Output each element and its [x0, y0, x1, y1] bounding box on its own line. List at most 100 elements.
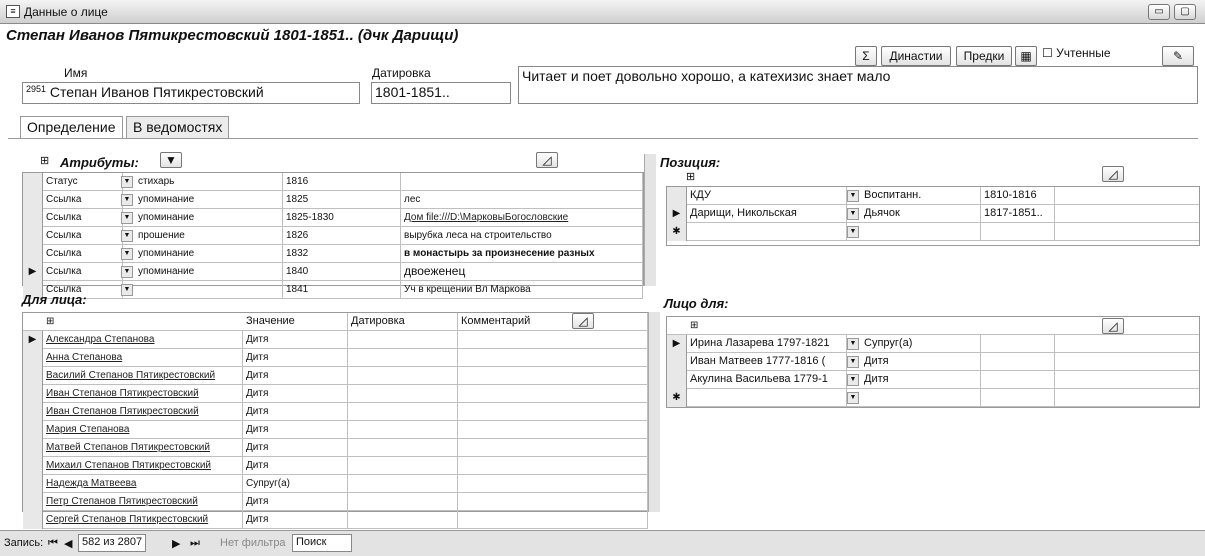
row-selector[interactable] — [667, 353, 687, 371]
dropdown-icon[interactable]: ▼ — [121, 176, 133, 188]
db-icon[interactable]: ▦ — [1015, 46, 1037, 66]
dropdown-icon[interactable]: ▼ — [847, 208, 859, 220]
note-field[interactable]: Читает и поет довольно хорошо, а катехиз… — [518, 66, 1198, 104]
relation-row[interactable]: Иван Степанов Пятикрестовский Дитя — [23, 385, 648, 403]
edit-icon[interactable]: ◿ — [572, 313, 594, 329]
position-row[interactable]: КДУ ▼ Воспитанн. 1810-1816 — [667, 187, 1199, 205]
checkbox-icon[interactable]: ☐ — [1042, 46, 1053, 60]
row-selector[interactable] — [667, 187, 687, 205]
relation-name[interactable]: Василий Степанов Пятикрестовский — [43, 367, 243, 385]
relation-name[interactable]: Ирина Лазарева 1797-1821 — [687, 335, 847, 353]
row-selector[interactable] — [23, 493, 43, 511]
row-selector[interactable] — [667, 371, 687, 389]
relation-name[interactable]: Анна Степанова — [43, 349, 243, 367]
report-button[interactable]: ✎ — [1162, 46, 1194, 66]
row-selector[interactable] — [23, 511, 43, 529]
date-field[interactable]: 1801-1851.. — [371, 82, 511, 104]
relation-row[interactable]: Петр Степанов Пятикрестовский Дитя — [23, 493, 648, 511]
minimize-button[interactable]: ▭ — [1148, 4, 1170, 20]
attribute-row[interactable]: Ссылка ▼ упоминание 1832 в монастырь за прои… — [23, 245, 643, 263]
edit-icon[interactable]: ◿ — [1102, 318, 1124, 334]
counted-checkbox-wrap[interactable]: ☐ Учтенные — [1042, 46, 1111, 60]
for-person-scrollbar[interactable] — [648, 312, 660, 512]
row-selector[interactable] — [23, 191, 43, 209]
relation-name[interactable]: Сергей Степанов Пятикрестовский — [43, 511, 243, 529]
dropdown-icon[interactable]: ▼ — [121, 284, 133, 296]
relation-name[interactable]: Александра Степанова — [43, 331, 243, 349]
row-selector[interactable] — [23, 367, 43, 385]
row-selector[interactable] — [23, 385, 43, 403]
relation-row[interactable]: Сергей Степанов Пятикрестовский Дитя — [23, 511, 648, 529]
tab-in-registers[interactable]: В ведомостях — [126, 116, 230, 138]
dropdown-icon[interactable]: ▼ — [847, 190, 859, 202]
filter-icon[interactable]: ▼ — [160, 152, 182, 168]
relation-row[interactable]: Надежда Матвеева Супруг(а) — [23, 475, 648, 493]
dropdown-icon[interactable]: ▼ — [847, 374, 859, 386]
attribute-comment[interactable]: вырубка леса на строительство — [401, 227, 643, 245]
dropdown-icon[interactable]: ▼ — [121, 212, 133, 224]
sum-button[interactable]: Σ — [855, 46, 877, 66]
tab-definition[interactable]: Определение — [20, 116, 123, 138]
relation-row[interactable]: Иван Степанов Пятикрестовский Дитя — [23, 403, 648, 421]
dropdown-icon[interactable]: ▼ — [847, 392, 859, 404]
maximize-button[interactable]: ▢ — [1174, 4, 1196, 20]
dynasty-button[interactable]: Династии — [881, 46, 951, 66]
dropdown-icon[interactable]: ▼ — [121, 230, 133, 242]
attributes-scrollbar[interactable] — [644, 154, 656, 286]
attribute-comment[interactable]: Дом file:///D:\МарковыБогословские — [401, 209, 643, 227]
relation-name[interactable]: Иван Степанов Пятикрестовский — [43, 403, 243, 421]
attribute-row[interactable]: Ссылка ▼ упоминание 1825-1830 Дом file:///D:… — [23, 209, 643, 227]
relation-row[interactable]: Акулина Васильева 1779-1 ▼ Дитя — [667, 371, 1199, 389]
row-selector[interactable] — [23, 439, 43, 457]
relation-name[interactable] — [687, 389, 847, 407]
attribute-comment[interactable]: в монастырь за произнесение разных — [401, 245, 643, 263]
relation-row[interactable]: ✱ ▼ — [667, 389, 1199, 407]
attribute-row[interactable]: Ссылка ▼ прошение 1826 вырубка леса на строи… — [23, 227, 643, 245]
nav-first-icon[interactable]: ⏮ — [48, 537, 58, 550]
ancestors-button[interactable]: Предки — [956, 46, 1012, 66]
dropdown-icon[interactable]: ▼ — [121, 248, 133, 260]
relation-row[interactable]: Анна Степанова Дитя — [23, 349, 648, 367]
dropdown-icon[interactable]: ▼ — [121, 266, 133, 278]
relation-row[interactable]: ▶ Ирина Лазарева 1797-1821 ▼ Супруг(а) — [667, 335, 1199, 353]
attribute-row[interactable]: ▶ Ссылка ▼ упоминание 1840 двоеженец — [23, 263, 643, 281]
row-selector[interactable] — [23, 457, 43, 475]
relation-name[interactable]: Надежда Матвеева — [43, 475, 243, 493]
edit-icon[interactable]: ◿ — [1102, 166, 1124, 182]
dropdown-icon[interactable]: ▼ — [847, 338, 859, 350]
relation-row[interactable]: ▶ Александра Степанова Дитя — [23, 331, 648, 349]
attribute-row[interactable]: Ссылка ▼ упоминание 1825 лес — [23, 191, 643, 209]
relation-row[interactable]: Михаил Степанов Пятикрестовский Дитя — [23, 457, 648, 475]
relation-name[interactable]: Акулина Васильева 1779-1 — [687, 371, 847, 389]
position-row[interactable]: ▶ Дарищи, Никольская ▼ Дьячок 1817-1851.. — [667, 205, 1199, 223]
row-selector[interactable] — [23, 173, 43, 191]
attribute-comment[interactable]: лес — [401, 191, 643, 209]
row-selector[interactable]: ▶ — [23, 263, 43, 281]
relation-name[interactable]: Петр Степанов Пятикрестовский — [43, 493, 243, 511]
attribute-row[interactable]: Ссылка ▼ 1841 Уч в крещении Вл Маркова — [23, 281, 643, 299]
attribute-comment[interactable]: двоеженец — [401, 263, 643, 281]
dropdown-icon[interactable]: ▼ — [121, 194, 133, 206]
row-selector[interactable]: ▶ — [667, 205, 687, 223]
row-selector[interactable] — [23, 475, 43, 493]
relation-name[interactable]: Матвей Степанов Пятикрестовский — [43, 439, 243, 457]
relation-name[interactable]: Иван Матвеев 1777-1816 ( — [687, 353, 847, 371]
dropdown-icon[interactable]: ▼ — [847, 356, 859, 368]
attribute-comment[interactable]: Уч в крещении Вл Маркова — [401, 281, 643, 299]
row-selector[interactable]: ✱ — [667, 389, 687, 407]
relation-row[interactable]: Мария Степанова Дитя — [23, 421, 648, 439]
row-selector[interactable]: ✱ — [667, 223, 687, 241]
relation-row[interactable]: Матвей Степанов Пятикрестовский Дитя — [23, 439, 648, 457]
search-field[interactable]: Поиск — [292, 534, 352, 552]
row-selector[interactable] — [23, 421, 43, 439]
position-row[interactable]: ✱ ▼ — [667, 223, 1199, 241]
attribute-comment[interactable] — [401, 173, 643, 191]
edit-icon[interactable]: ◿ — [536, 152, 558, 168]
attribute-row[interactable]: Статус ▼ стихарь 1816 — [23, 173, 643, 191]
nav-prev-icon[interactable]: ◀ — [64, 537, 72, 550]
row-selector[interactable] — [23, 349, 43, 367]
row-selector[interactable] — [23, 403, 43, 421]
row-selector[interactable] — [23, 227, 43, 245]
relation-row[interactable]: Иван Матвеев 1777-1816 (▼ Дитя — [667, 353, 1199, 371]
row-selector[interactable] — [23, 245, 43, 263]
